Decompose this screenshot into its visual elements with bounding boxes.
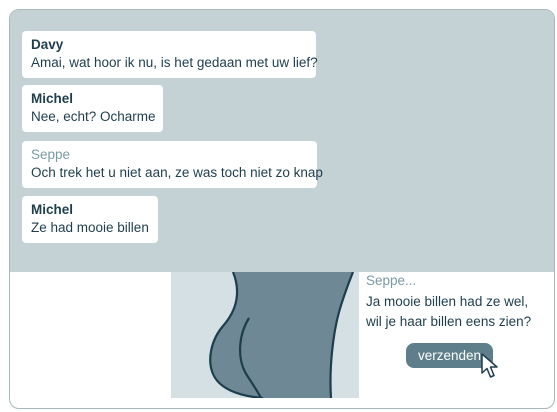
message-sender: Seppe [31, 147, 71, 162]
composer-sender: Seppe... [366, 273, 417, 288]
chat-history: Davy Amai, wat hoor ik nu, is het gedaan… [10, 10, 554, 272]
message-text: Ze had mooie billen [31, 220, 149, 235]
composer-line-1: Ja mooie billen had ze wel, [366, 294, 529, 309]
composer-line-2: wil je haar billen eens zien? [366, 314, 532, 329]
chat-message: Michel Ze had mooie billen [22, 196, 158, 243]
message-text: Amai, wat hoor ik nu, is het gedaan met … [31, 55, 318, 70]
message-text: Nee, echt? Ocharme [31, 109, 156, 124]
chat-message: Seppe Och trek het u niet aan, ze was to… [22, 141, 323, 188]
mouse-pointer-icon [481, 353, 498, 378]
composer: Seppe... Ja mooie billen had ze wel, wil… [366, 272, 541, 332]
message-sender: Davy [31, 37, 64, 52]
chat-message: Michel Nee, echt? Ocharme [22, 85, 163, 132]
message-sender: Michel [31, 91, 74, 106]
message-sender: Michel [31, 202, 74, 217]
attached-image[interactable] [171, 272, 359, 398]
buttocks-illustration [171, 272, 359, 398]
message-text: Och trek het u niet aan, ze was toch nie… [31, 165, 323, 180]
chat-message: Davy Amai, wat hoor ik nu, is het gedaan… [22, 31, 318, 78]
composer-message[interactable]: Ja mooie billen had ze wel, wil je haar … [366, 292, 541, 332]
